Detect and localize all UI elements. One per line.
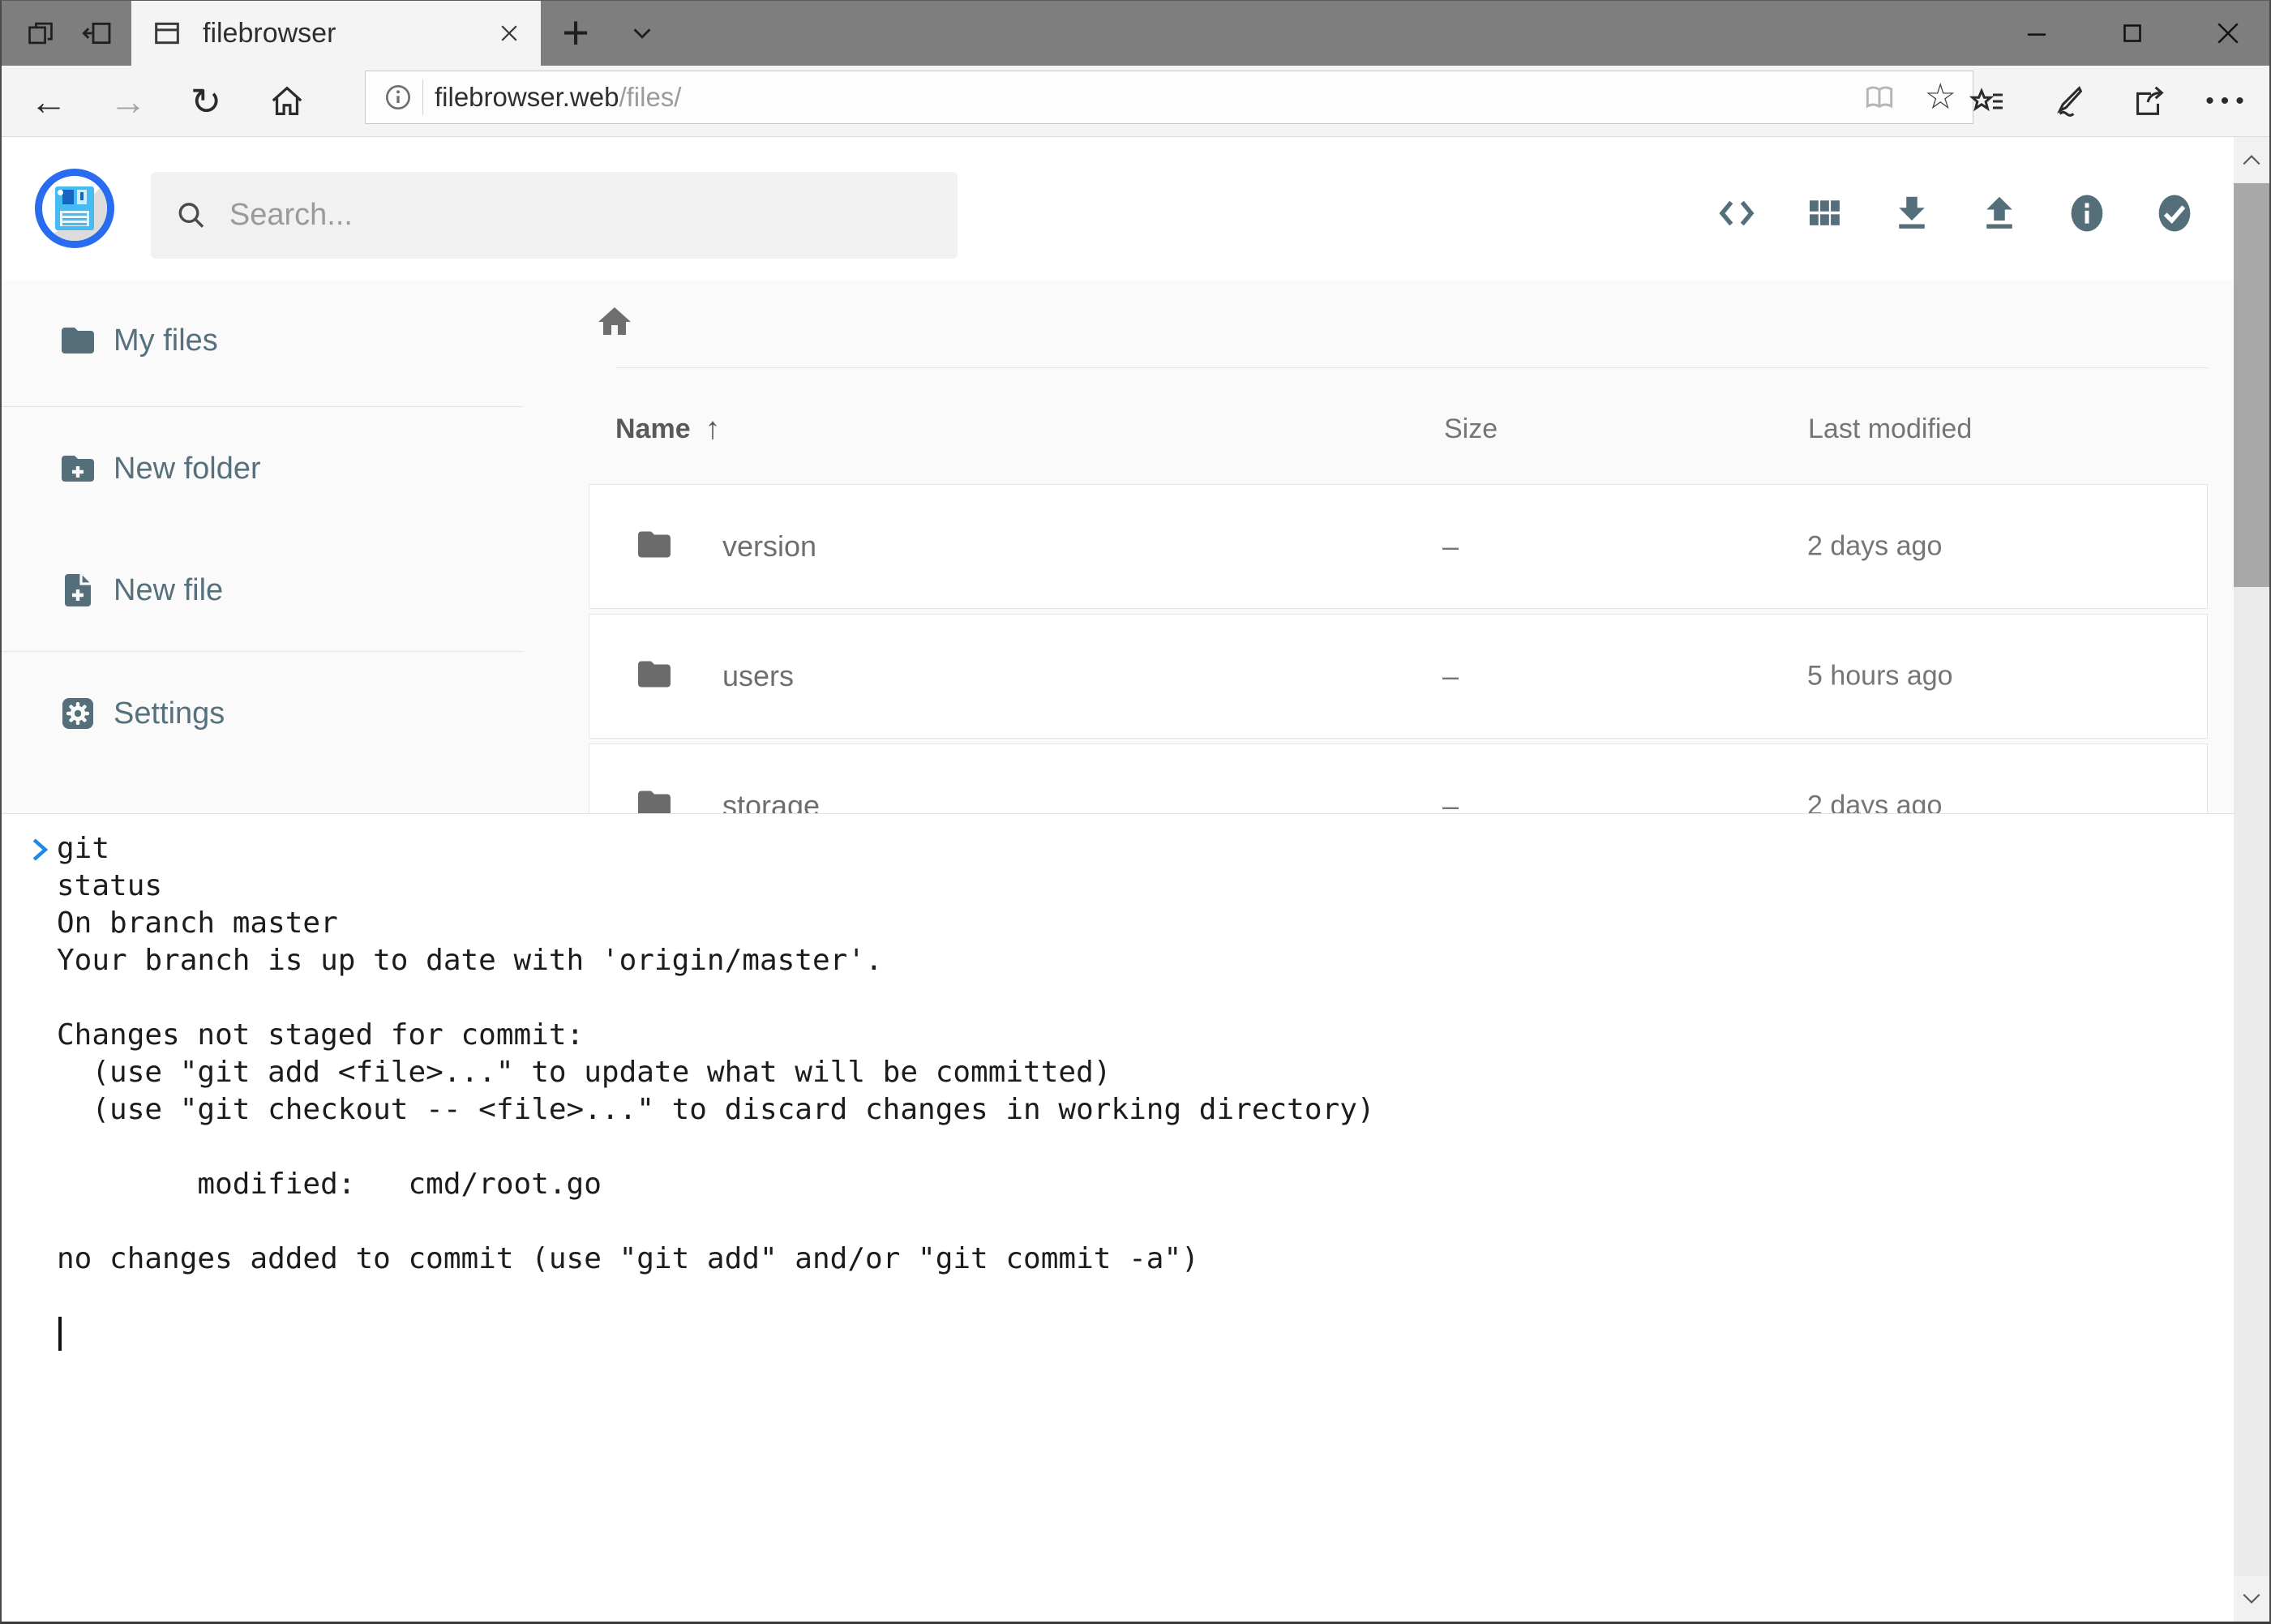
set-tabs-aside-icon[interactable] [79,1,115,66]
sidebar-item-settings[interactable]: Settings [2,653,523,774]
prompt-chevron-icon [29,836,50,867]
sidebar-item-new-file[interactable]: New file [2,529,523,651]
share-icon[interactable] [2124,66,2173,137]
search-box[interactable] [151,172,958,259]
file-row-version[interactable]: version – 2 days ago [589,484,2208,609]
grid-view-icon[interactable] [1802,191,1847,236]
file-modified: 5 hours ago [1807,661,1953,692]
refresh-icon[interactable]: ↻ [182,66,230,137]
browser-window: filebrowser + ← [0,0,2271,1624]
page-scrollbar[interactable] [2234,137,2269,1622]
scroll-down-icon[interactable] [2234,1576,2269,1622]
scrollbar-thumb[interactable] [2234,183,2269,587]
forward-icon[interactable]: → [104,66,152,137]
sidebar-item-my-files[interactable]: My files [2,280,523,401]
breadcrumb-home-icon[interactable] [595,302,634,345]
address-separator [422,79,423,115]
sidebar-item-label: New folder [114,452,261,486]
select-check-icon[interactable] [2152,191,2197,236]
breadcrumb-divider [615,367,2208,368]
sidebar-item-new-folder[interactable]: New folder [2,408,523,529]
site-info-icon[interactable] [382,81,414,114]
file-size: – [1442,659,1459,693]
tab-close-icon[interactable] [497,21,521,45]
sort-ascending-icon: ↑ [705,412,721,447]
filebrowser-page: My files New folder New file [2,137,2269,1622]
raw-editor-code-icon[interactable] [1714,191,1759,236]
file-modified: 2 days ago [1807,531,1942,563]
url-text: filebrowser.web/files/ [435,82,1862,113]
add-favorite-star-icon[interactable]: ☆ [1925,79,1956,115]
info-icon[interactable] [2064,191,2110,236]
home-icon[interactable] [263,66,311,137]
browser-toolbar: ← → ↻ filebrowser.web/files/ [2,66,2269,137]
settings-more-icon[interactable]: ••• [2204,66,2252,137]
filebrowser-logo-icon[interactable] [35,169,114,248]
tab-favicon [151,17,183,49]
settings-gear-icon [58,694,97,733]
close-window-button[interactable] [2204,1,2252,66]
app-header [2,137,2269,280]
sidebar-divider [2,406,523,407]
terminal-output: On branch master Your branch is up to da… [57,868,1375,1278]
folder-icon [58,321,97,360]
floppy-disk-icon [55,186,94,230]
folder-icon [632,655,677,698]
upload-icon[interactable] [1977,191,2022,236]
maximize-button[interactable] [2108,1,2157,66]
terminal-cursor [58,1317,62,1351]
folder-icon [632,525,677,568]
scroll-up-icon[interactable] [2234,137,2269,182]
address-bar[interactable]: filebrowser.web/files/ ☆ [365,71,1973,124]
annotate-pen-icon[interactable] [2045,66,2093,137]
search-icon [175,198,208,234]
tab-title: filebrowser [203,18,497,49]
url-path: /files/ [619,82,681,112]
minimize-button[interactable] [2012,1,2061,66]
download-icon[interactable] [1889,191,1935,236]
sidebar-item-label: My files [114,324,218,358]
tab-preview-icon[interactable] [24,1,57,66]
column-header-name[interactable]: Name ↑ [615,411,721,447]
header-actions [1714,191,2197,236]
file-size: – [1442,529,1459,563]
sidebar-item-label: Settings [114,696,225,731]
terminal-panel[interactable]: git status On branch master Your branch … [2,813,2269,1622]
new-tab-button[interactable]: + [555,1,597,66]
sidebar-divider [2,651,523,652]
create-folder-icon [58,449,97,488]
column-header-size[interactable]: Size [1444,411,1498,447]
file-name: users [722,659,794,693]
file-row-users[interactable]: users – 5 hours ago [589,614,2208,739]
back-icon[interactable]: ← [24,66,73,137]
browser-tab[interactable]: filebrowser [131,1,541,66]
file-name: version [722,529,816,563]
sidebar-item-label: New file [114,573,223,608]
tab-list-chevron-icon[interactable] [621,1,663,66]
url-host: filebrowser.web [435,82,619,112]
search-input[interactable] [229,198,933,233]
reading-view-icon[interactable] [1862,79,1897,115]
create-file-icon [58,571,97,610]
hub-favorites-icon[interactable] [1964,66,2012,137]
tab-bar: filebrowser + [2,1,2269,66]
column-header-modified[interactable]: Last modified [1808,411,1972,447]
